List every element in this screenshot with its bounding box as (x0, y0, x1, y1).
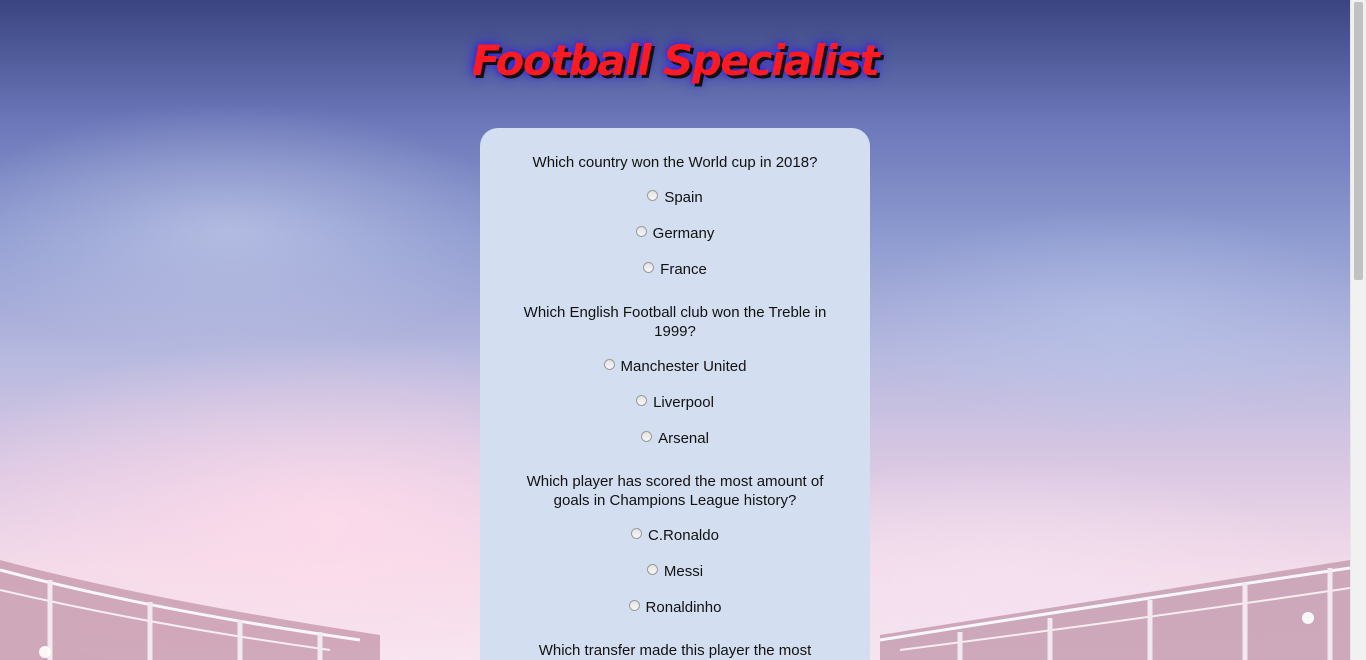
question-text: Which country won the World cup in 2018? (532, 154, 818, 171)
question-1: Which country won the World cup in 2018?… (480, 153, 870, 280)
question-3: Which player has scored the most amount … (480, 472, 870, 618)
option-label: Liverpool (653, 393, 714, 411)
option-c-ronaldo[interactable]: C.Ronaldo (480, 524, 870, 546)
option-germany[interactable]: Germany (480, 222, 870, 244)
option-label: France (660, 260, 707, 278)
option-ronaldinho[interactable]: Ronaldinho (480, 596, 870, 618)
quiz-form: Which country won the World cup in 2018?… (480, 128, 870, 660)
question-text: Which transfer made this player the most… (538, 642, 812, 659)
option-label: Arsenal (658, 429, 709, 447)
scrollbar-thumb[interactable] (1354, 2, 1363, 280)
question-text: Which English Football club won the Treb… (523, 304, 827, 340)
option-liverpool[interactable]: Liverpool (480, 391, 870, 413)
option-arsenal[interactable]: Arsenal (480, 427, 870, 449)
option-label: Spain (664, 188, 703, 206)
radio-button[interactable] (646, 564, 658, 575)
option-france[interactable]: France (480, 258, 870, 280)
radio-button[interactable] (641, 431, 653, 442)
radio-button[interactable] (647, 190, 659, 201)
page-scrollbar[interactable] (1350, 0, 1366, 660)
option-label: Germany (652, 224, 715, 242)
radio-button[interactable] (643, 262, 655, 273)
radio-button[interactable] (631, 528, 643, 539)
question-text: Which player has scored the most amount … (526, 473, 824, 509)
question-2: Which English Football club won the Treb… (480, 303, 870, 449)
radio-button[interactable] (635, 226, 647, 237)
option-label: Manchester United (620, 357, 747, 375)
option-label: Ronaldinho (645, 598, 722, 616)
option-label: C.Ronaldo (648, 526, 719, 544)
radio-button[interactable] (636, 395, 648, 406)
option-spain[interactable]: Spain (480, 186, 870, 208)
radio-button[interactable] (603, 359, 615, 370)
option-manchester-united[interactable]: Manchester United (480, 355, 870, 377)
radio-button[interactable] (628, 600, 640, 611)
option-messi[interactable]: Messi (480, 560, 870, 582)
question-4: Which transfer made this player the most… (480, 641, 870, 660)
option-label: Messi (663, 562, 704, 580)
page-title: Football Specialist (471, 36, 880, 85)
